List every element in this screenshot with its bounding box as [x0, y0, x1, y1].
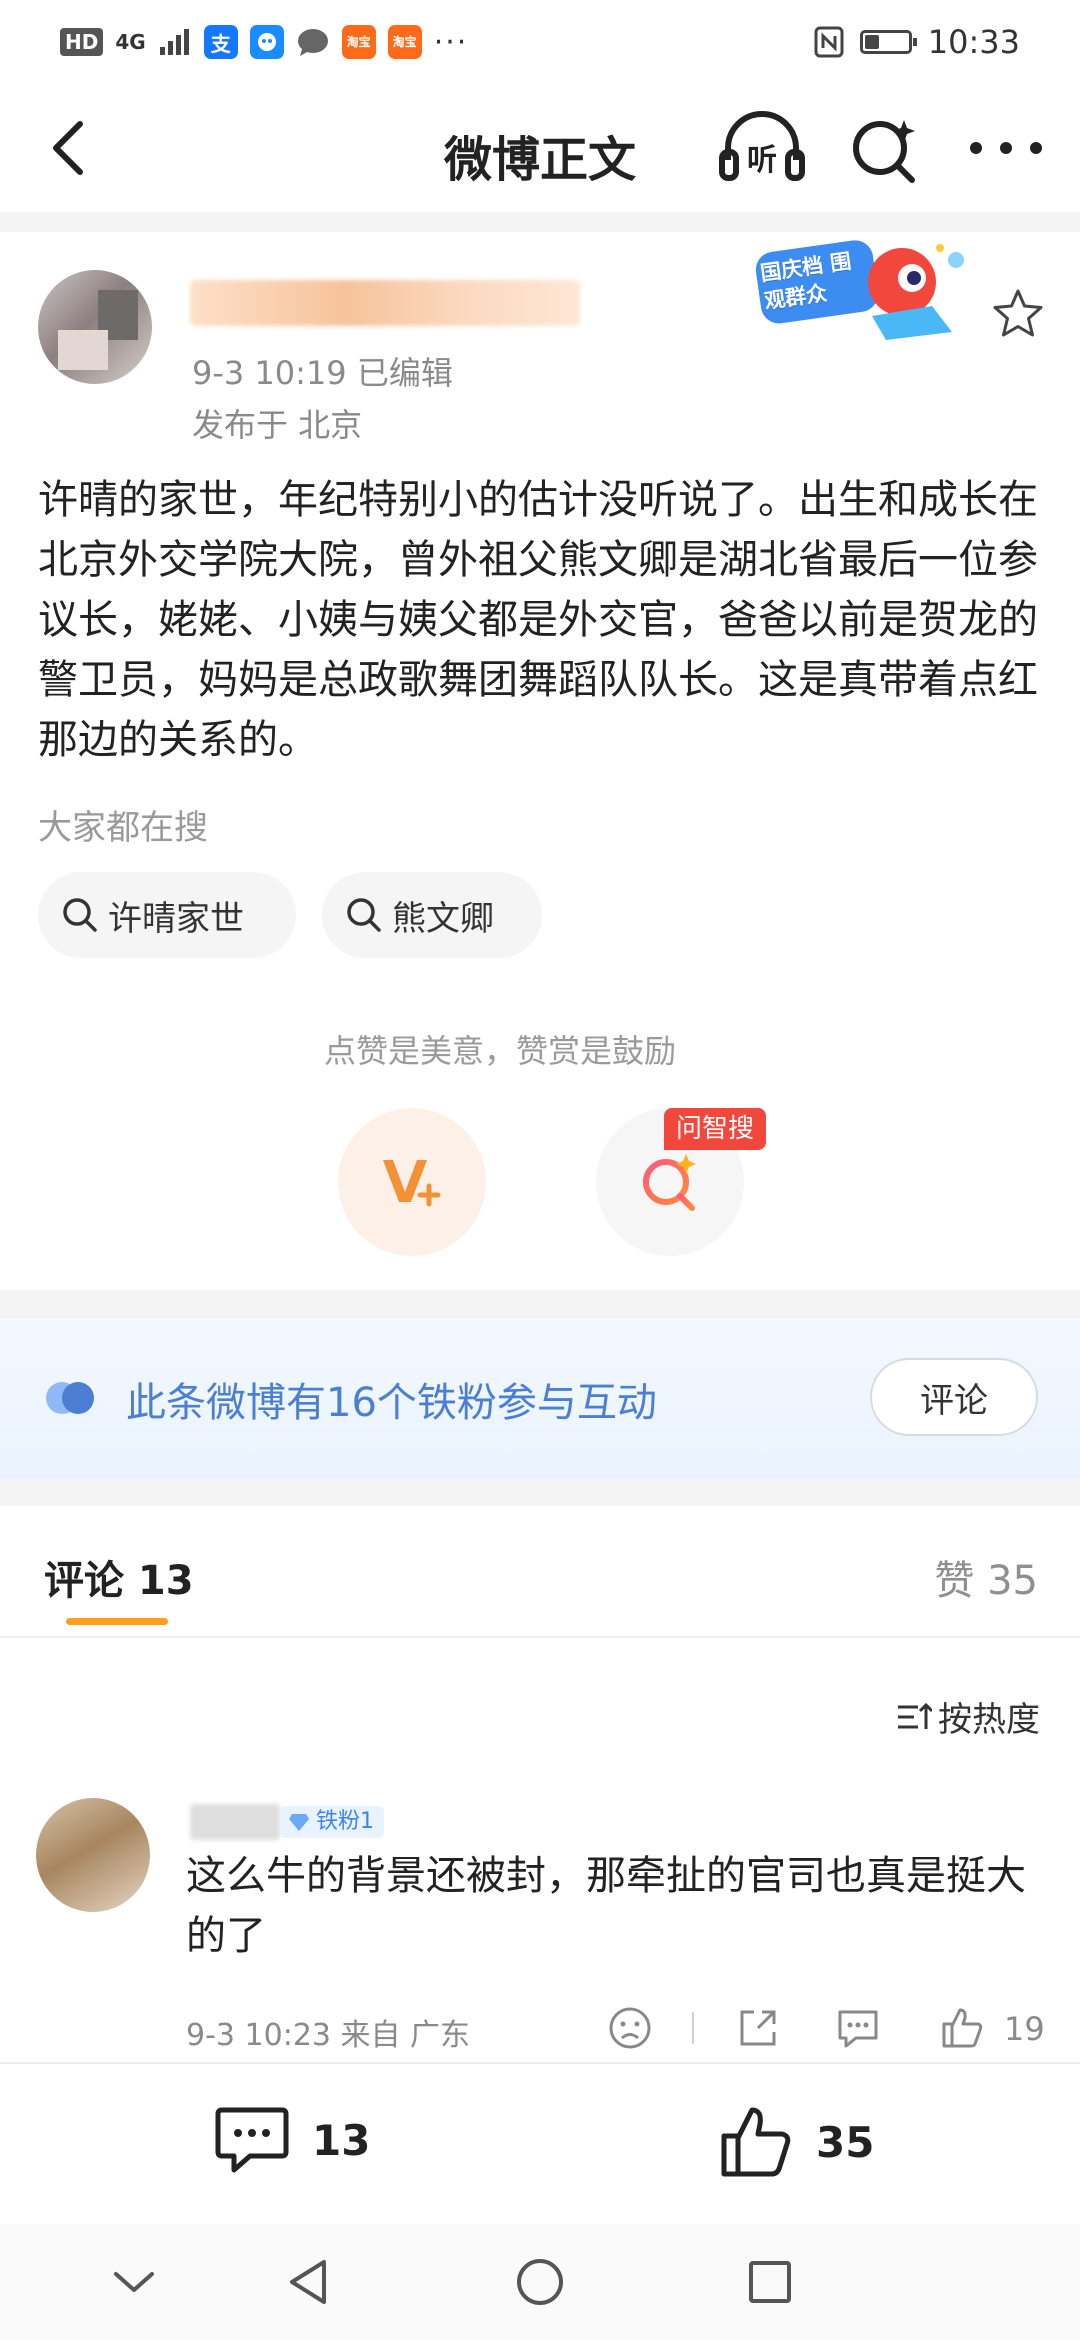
- ask-search-tag: 问智搜: [664, 1108, 767, 1150]
- search-icon: [347, 898, 381, 932]
- comment-like-button[interactable]: [938, 2004, 986, 2052]
- bottom-like-count: 35: [816, 2117, 875, 2167]
- taobao-icon-2: 淘宝: [387, 25, 422, 59]
- iron-fan-badge: 铁粉1: [280, 1806, 384, 1838]
- thumbs-up-icon: [721, 2107, 791, 2177]
- hot-search-tag-label: 许晴家世: [108, 898, 244, 939]
- comment-text: 这么牛的背景还被封，那牵扯的官司也真是挺大的了: [186, 1853, 1026, 1959]
- reward-hint: 点赞是美意，赞赏是鼓励: [323, 1032, 676, 1070]
- clock: 10:33: [927, 23, 1020, 61]
- svg-text:听: 听: [747, 143, 777, 178]
- reward-button[interactable]: [338, 1108, 486, 1256]
- commenter-name-redacted[interactable]: [190, 1804, 280, 1840]
- nfc-icon: [814, 26, 844, 58]
- thumbs-up-icon: [942, 2008, 983, 2048]
- share-button[interactable]: [734, 2004, 782, 2052]
- reward-v-plus-icon: [383, 1160, 441, 1207]
- post-location: 发布于 北京: [192, 406, 363, 444]
- sad-face-icon: [609, 2007, 651, 2049]
- hot-search-tag-label: 熊文卿: [392, 898, 494, 939]
- hot-search-tag[interactable]: 熊文卿: [322, 872, 542, 958]
- favorite-button[interactable]: [990, 286, 1046, 342]
- reply-button[interactable]: [834, 2004, 882, 2052]
- network-indicator: 4G: [115, 30, 146, 54]
- taobao-icon: 淘宝: [341, 25, 376, 59]
- sort-button[interactable]: 按热度: [896, 1692, 1040, 1741]
- comment-button[interactable]: 评论: [870, 1358, 1038, 1436]
- search-icon: [63, 898, 97, 932]
- status-left: HD 4G 支 淘宝 淘宝 ···: [60, 25, 468, 60]
- hot-search-label: 大家都在搜: [38, 808, 208, 848]
- section-divider: [0, 1290, 1080, 1318]
- signal-icon: [159, 29, 189, 55]
- message-icon: [297, 29, 328, 56]
- more-dots-icon: [970, 142, 1042, 154]
- post-body: 许晴的家世，年纪特别小的估计没听说了。出生和成长在北京外交学院大院，曾外祖父熊文…: [38, 477, 1038, 763]
- sort-icon: [898, 1702, 932, 1729]
- emoji-reaction-button[interactable]: [606, 2004, 654, 2052]
- headphones-icon: 听: [719, 111, 805, 181]
- comment-meta: 9-3 10:23 来自 广东: [186, 2018, 471, 2053]
- fans-icon: [46, 1382, 94, 1414]
- chevron-down-icon: [114, 2272, 154, 2292]
- star-icon: [993, 289, 1043, 337]
- search-button[interactable]: [846, 110, 922, 186]
- comment-icon: [215, 2107, 289, 2173]
- battery-icon: [859, 30, 917, 54]
- system-recents-button[interactable]: [742, 2254, 798, 2310]
- comment-tabs: 评论 13 赞 35: [0, 1506, 1080, 1638]
- author-avatar[interactable]: [38, 270, 152, 384]
- status-bar: HD 4G 支 淘宝 淘宝 ··· 10:33: [0, 0, 1080, 84]
- circle-home-icon: [517, 2259, 563, 2305]
- fans-interaction-banner[interactable]: 此条微博有16个铁粉参与互动 评论: [0, 1318, 1080, 1478]
- hd-indicator: HD: [60, 28, 104, 56]
- sort-label: 按热度: [938, 1700, 1040, 1740]
- fans-banner-text: 此条微博有16个铁粉参与互动: [126, 1380, 657, 1426]
- tab-active-indicator: [66, 1618, 168, 1625]
- post-time: 9-3 10:19 已编辑: [192, 354, 453, 392]
- app-notification-icon: [249, 25, 284, 59]
- square-recents-icon: [749, 2261, 791, 2303]
- iron-fan-badge-label: 铁粉1: [316, 1809, 374, 1834]
- nav-bar: 微博正文 听: [0, 84, 1080, 212]
- bottom-comment-count: 13: [312, 2115, 371, 2165]
- system-back-button[interactable]: [282, 2254, 338, 2310]
- more-notifications-icon: ···: [433, 24, 469, 60]
- comment-like-count: 19: [1004, 2010, 1045, 2048]
- national-day-badge[interactable]: 国庆档 围观群众: [756, 236, 986, 356]
- share-icon: [740, 2010, 776, 2046]
- action-divider: [692, 2012, 694, 2044]
- tab-likes[interactable]: 赞 35: [934, 1548, 1038, 1606]
- section-divider: [0, 1478, 1080, 1506]
- collapse-button[interactable]: [106, 2254, 162, 2310]
- bottom-action-bar: 13 35: [0, 2062, 1080, 2224]
- commenter-avatar[interactable]: [36, 1798, 150, 1912]
- more-button[interactable]: [958, 110, 1054, 186]
- author-name-redacted[interactable]: [190, 280, 580, 326]
- alipay-icon: 支: [203, 25, 238, 59]
- diamond-icon: [289, 1814, 309, 1831]
- tab-comments[interactable]: 评论 13: [44, 1548, 194, 1606]
- system-navigation-bar: [0, 2224, 1080, 2340]
- search-sparkle-icon: [853, 120, 915, 183]
- comment-icon: [838, 2010, 878, 2048]
- ai-search-icon: [643, 1154, 696, 1211]
- bottom-like-button[interactable]: 35: [718, 2104, 874, 2180]
- system-home-button[interactable]: [512, 2254, 568, 2310]
- status-right: 10:33: [814, 23, 1020, 61]
- hot-search-tag[interactable]: 许晴家世: [38, 872, 296, 958]
- triangle-back-icon: [290, 2260, 326, 2304]
- section-divider: [0, 212, 1080, 232]
- listen-button[interactable]: 听: [718, 110, 806, 186]
- bottom-comment-button[interactable]: 13: [214, 2104, 370, 2176]
